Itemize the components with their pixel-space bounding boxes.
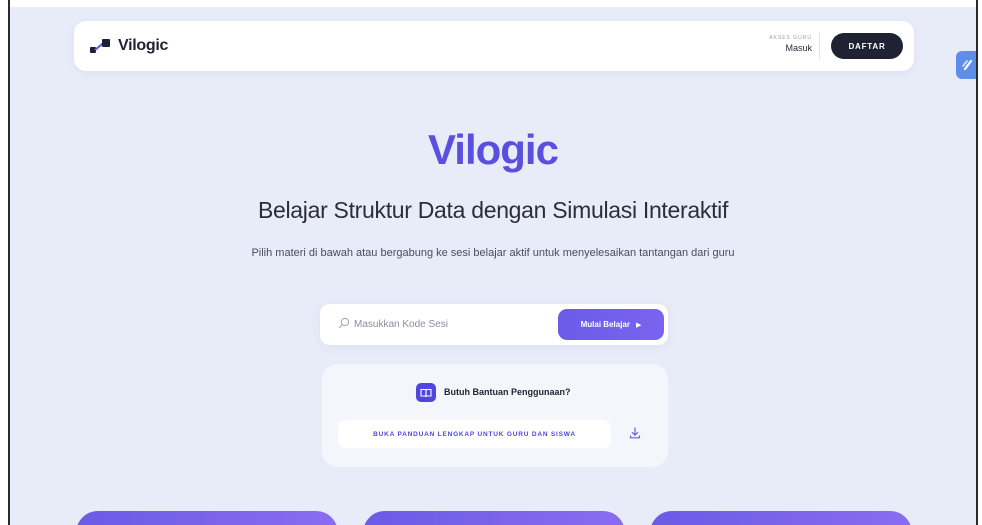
nav-divider: [819, 33, 820, 59]
login-link[interactable]: Masuk: [752, 42, 812, 54]
session-code-input[interactable]: [354, 315, 544, 333]
open-guide-button[interactable]: BUKA PANDUAN LENGKAP UNTUK GURU DAN SISW…: [338, 420, 611, 448]
help-title: Butuh Bantuan Penggunaan?: [444, 387, 571, 397]
hero-subtitle: Belajar Struktur Data dengan Simulasi In…: [257, 197, 729, 223]
play-icon: ▶: [635, 321, 642, 329]
brand[interactable]: Vilogic: [90, 35, 168, 57]
hero-description: Pilih materi di bawah atau bergabung ke …: [251, 247, 735, 259]
material-card[interactable]: [650, 511, 912, 525]
signup-button[interactable]: DAFTAR: [831, 33, 903, 59]
book-icon: [416, 383, 436, 402]
brand-logo-icon: [90, 36, 112, 56]
login-caption: AKSES GURU: [769, 35, 812, 41]
start-learning-label: Mulai Belajar: [580, 320, 630, 329]
brand-name: Vilogic: [118, 37, 169, 54]
hero-title: Vilogic: [428, 126, 559, 173]
download-icon[interactable]: [628, 426, 642, 440]
navbar: Vilogic AKSES GURU Masuk DAFTAR: [74, 21, 914, 71]
search-icon: [338, 317, 350, 329]
window-right-edge: [976, 0, 978, 525]
floating-widget-icon[interactable]: [956, 51, 976, 79]
landing-page: Vilogic AKSES GURU Masuk DAFTAR Vilogic …: [10, 7, 976, 525]
window-top-strip: [10, 0, 978, 7]
material-card[interactable]: [363, 511, 625, 525]
session-join-box: Mulai Belajar ▶: [320, 304, 668, 345]
start-learning-button[interactable]: Mulai Belajar ▶: [558, 309, 664, 340]
help-card: Butuh Bantuan Penggunaan? BUKA PANDUAN L…: [322, 364, 668, 467]
teacher-login[interactable]: AKSES GURU Masuk: [752, 35, 812, 54]
material-card[interactable]: [76, 511, 338, 525]
